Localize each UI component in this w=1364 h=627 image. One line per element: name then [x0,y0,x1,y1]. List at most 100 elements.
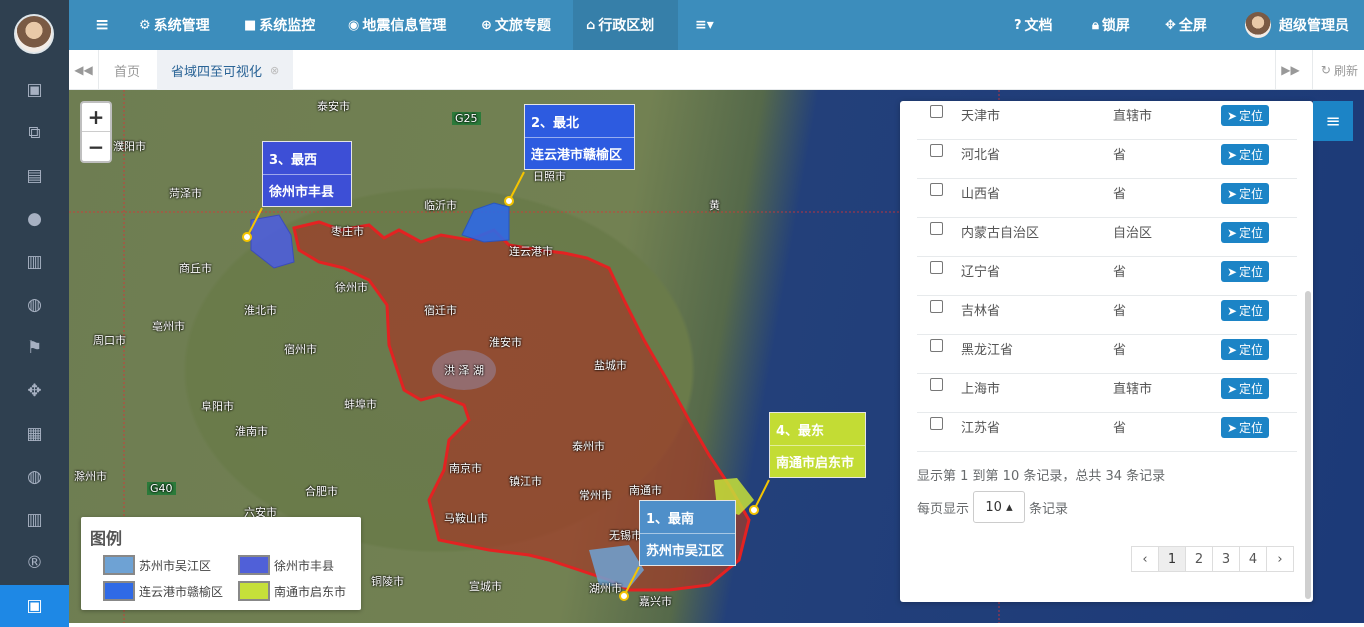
table-row: 上海市 直辖市 ➤ 定位 [917,374,1297,413]
bar-chart-icon[interactable]: ▥ [0,241,69,283]
road-label: G25 [452,112,481,125]
send-icon: ➤ [1226,186,1238,201]
lock-screen-button[interactable]: 🔒︎ 锁屏 [1092,0,1130,50]
user-menu[interactable]: 超级管理员 [1245,0,1349,50]
row-checkbox[interactable] [930,222,943,235]
prev-page-button[interactable]: ‹ [1131,546,1159,572]
place-label: 宣城市 [469,580,502,593]
tab-scroll-left-icon[interactable]: ◀◀ [69,50,99,90]
callout-north: 2、最北 连云港市赣榆区 [524,104,635,170]
locate-button[interactable]: ➤ 定位 [1221,417,1269,438]
tab-scroll-right-icon[interactable]: ▶▶ [1275,50,1305,90]
nav-item-admin-division[interactable]: ⌂ 行政区划 [573,0,678,50]
map-icon[interactable]: ▤ [0,155,69,197]
road-label: G40 [147,482,176,495]
menu-toggle-button[interactable]: ≡ [95,0,109,50]
table-row: 辽宁省 省 ➤ 定位 [917,257,1297,296]
flag-icon[interactable]: ⚑ [0,327,69,369]
registered-icon[interactable]: ® [0,542,69,584]
province-table-panel: 天津市 直辖市 ➤ 定位 河北省省 ➤ 定位 山西省省 ➤ 定位 内蒙古自治区 自治区 ➤ 定位 辽宁省省 ➤… [900,101,1313,602]
row-name: 内蒙古自治区 [961,226,1040,241]
docs-link[interactable]: ? 文档 [1014,0,1053,50]
place-label: 淮南市 [235,425,268,438]
row-type: 直辖市 [1113,382,1153,397]
marker-icon: ◉ [348,17,360,33]
next-page-button[interactable]: › [1266,546,1294,572]
locate-button[interactable]: ➤ 定位 [1221,105,1269,126]
page-button[interactable]: 2 [1185,546,1213,572]
row-type: 省 [1113,265,1127,280]
layout-icon[interactable]: ▣ [0,69,69,111]
page-button[interactable]: 3 [1212,546,1240,572]
callout-east-title: 4、最东 [776,423,825,439]
row-checkbox[interactable] [930,105,943,118]
page-size-select[interactable]: 10 ▴ [973,491,1026,523]
row-name: 江苏省 [961,421,1001,436]
expand-icon: ✥ [1165,17,1176,33]
legend-swatch [238,581,270,601]
place-label: 阜阳市 [201,400,234,413]
nav-item-culture-tourism[interactable]: ⊕ 文旅专题 [481,0,551,50]
send-icon: ➤ [1226,108,1238,123]
layout-icon-active[interactable]: ▣ [0,585,69,627]
bank-icon: ⌂ [586,17,596,33]
zoom-in-button[interactable]: + [82,103,110,132]
row-checkbox[interactable] [930,144,943,157]
pagination: ‹ 1 2 3 4 › [1131,546,1294,572]
user-avatar [1245,12,1271,38]
place-label: 常州市 [579,489,612,502]
row-checkbox[interactable] [930,417,943,430]
page-button[interactable]: 4 [1239,546,1267,572]
panel-toggle-button[interactable]: ≡ [1313,101,1353,141]
zoom-control: + − [80,101,112,163]
tab-close-icon[interactable]: ⊗ [270,64,279,77]
table-row: 吉林省 省 ➤ 定位 [917,296,1297,335]
place-label: 菏泽市 [169,187,202,200]
refresh-button[interactable]: ↻ 刷新 [1311,50,1358,90]
pagination-info: 显示第 1 到第 10 条记录，总共 34 条记录 [917,469,1166,484]
row-checkbox[interactable] [930,300,943,313]
tab-home[interactable]: 首页 [100,50,154,90]
locate-button[interactable]: ➤ 定位 [1221,261,1269,282]
zoom-out-button[interactable]: − [82,132,110,161]
row-checkbox[interactable] [930,339,943,352]
place-label: 濮阳市 [113,140,146,153]
locate-button[interactable]: ➤ 定位 [1221,183,1269,204]
place-label: 盐城市 [594,359,627,372]
row-name: 黑龙江省 [961,343,1014,358]
send-icon: ➤ [1226,264,1238,279]
globe-icon[interactable]: ◍ [0,284,69,326]
avatar[interactable] [14,14,54,54]
row-checkbox[interactable] [930,183,943,196]
marker-icon[interactable]: ● [0,198,69,240]
nav-item-system-management[interactable]: ⚙ 系统管理 [139,0,210,50]
locate-button[interactable]: ➤ 定位 [1221,144,1269,165]
fullscreen-button[interactable]: ✥ 全屏 [1165,0,1207,50]
locate-button[interactable]: ➤ 定位 [1221,300,1269,321]
place-label: 临沂市 [424,199,457,212]
locate-button[interactable]: ➤ 定位 [1221,222,1269,243]
move-icon[interactable]: ✥ [0,370,69,412]
area-chart-icon[interactable]: ▦ [0,413,69,455]
tab-bar: ◀◀ 首页 省域四至可视化 ⊗ ▶▶ ↻ 刷新 [69,50,1364,90]
locate-button[interactable]: ➤ 定位 [1221,378,1269,399]
nav-item-system-monitor[interactable]: ■ 系统监控 [244,0,315,50]
globe-icon: ⊕ [481,17,492,33]
row-checkbox[interactable] [930,261,943,274]
tab-active[interactable]: 省域四至可视化 ⊗ [157,50,294,90]
nav-item-earthquake-info[interactable]: ◉ 地震信息管理 [348,0,446,50]
panel-scrollbar[interactable] [1305,291,1311,599]
place-label: 周口市 [93,334,126,347]
row-checkbox[interactable] [930,378,943,391]
place-label: 黄 [709,199,720,212]
place-label: 淮安市 [489,336,522,349]
row-type: 直辖市 [1113,109,1153,124]
page-button[interactable]: 1 [1158,546,1186,572]
globe-icon-2[interactable]: ◍ [0,456,69,498]
table-row: 内蒙古自治区 自治区 ➤ 定位 [917,218,1297,257]
locate-button[interactable]: ➤ 定位 [1221,339,1269,360]
nav-more-dropdown[interactable]: ≡▾ [695,0,714,50]
diagram-icon[interactable]: ⧉ [0,112,69,154]
bar-chart-icon-2[interactable]: ▥ [0,499,69,541]
row-type: 省 [1113,421,1127,436]
